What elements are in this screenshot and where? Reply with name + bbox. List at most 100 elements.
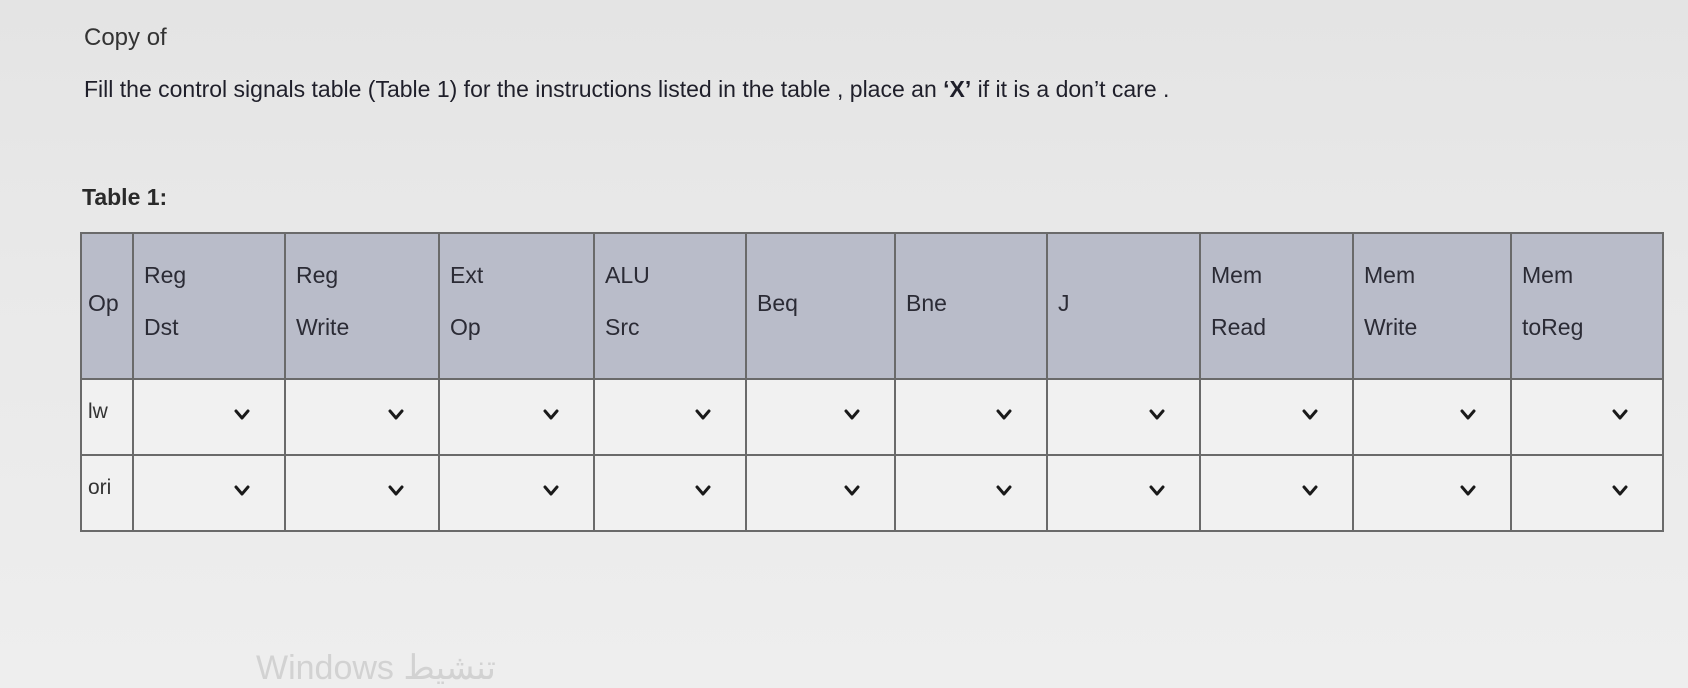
header-col-label: J [1058, 290, 1070, 316]
instruction-x: ‘X’ [943, 76, 972, 102]
instruction-prefix: Fill the control signals table (Table 1)… [84, 76, 944, 102]
signal-dropdown[interactable] [440, 380, 593, 454]
signal-cell [1199, 378, 1354, 456]
header-col-label: Bne [906, 290, 947, 316]
instruction-suffix: if it is a don’t care . [971, 76, 1170, 102]
header-col-label-line2: Write [1364, 314, 1418, 340]
signal-dropdown[interactable] [440, 456, 593, 530]
header-col-label-line1: ALU [605, 262, 650, 288]
signal-dropdown[interactable] [595, 456, 745, 530]
header-col-9: Mem toReg [1510, 232, 1664, 380]
chevron-down-icon [1612, 409, 1628, 420]
header-col-7: Mem Read [1199, 232, 1354, 380]
signal-cell [1352, 378, 1512, 456]
signal-cell [132, 378, 286, 456]
control-signals-table: Op Reg Dst Reg Write Ext Op ALU Src Beq Bne J Mem Re… [80, 232, 1664, 532]
signal-dropdown[interactable] [1354, 380, 1510, 454]
chevron-down-icon [388, 409, 404, 420]
chevron-down-icon [695, 485, 711, 496]
header-col-5: Bne [894, 232, 1048, 380]
header-col-label-line2: Write [296, 314, 350, 340]
signal-dropdown[interactable] [1354, 456, 1510, 530]
header-col-label-line1: Reg [144, 262, 187, 288]
signal-cell [1510, 378, 1664, 456]
row-op-label: ori [88, 476, 112, 499]
signal-dropdown[interactable] [896, 380, 1046, 454]
chevron-down-icon [1612, 485, 1628, 496]
signal-dropdown[interactable] [747, 456, 894, 530]
header-col-label-line1: Mem [1211, 262, 1263, 288]
signal-cell [745, 454, 896, 532]
chevron-down-icon [996, 409, 1012, 420]
signal-cell [1510, 454, 1664, 532]
signal-cell [593, 378, 747, 456]
signal-cell [1199, 454, 1354, 532]
signal-dropdown[interactable] [896, 456, 1046, 530]
row-op-cell: ori [80, 454, 134, 532]
chevron-down-icon [388, 485, 404, 496]
signal-dropdown[interactable] [595, 380, 745, 454]
signal-dropdown[interactable] [1201, 380, 1352, 454]
header-col-label-line2: Dst [144, 314, 179, 340]
signal-cell [284, 454, 440, 532]
chevron-down-icon [1460, 485, 1476, 496]
header-col-2: Ext Op [438, 232, 595, 380]
instruction-text: Fill the control signals table (Table 1)… [84, 76, 1169, 103]
signal-cell [284, 378, 440, 456]
header-col-label-line2: toReg [1522, 314, 1584, 340]
chevron-down-icon [695, 409, 711, 420]
header-col-1: Reg Write [284, 232, 440, 380]
signal-cell [1352, 454, 1512, 532]
chevron-down-icon [234, 409, 250, 420]
header-col-label: Beq [757, 290, 798, 316]
row-op-label: lw [88, 400, 108, 423]
signal-dropdown[interactable] [286, 380, 438, 454]
signal-dropdown[interactable] [134, 380, 284, 454]
header-col-6: J [1046, 232, 1201, 380]
table-label: Table 1: [82, 184, 168, 210]
signal-dropdown[interactable] [1512, 380, 1662, 454]
table-row: lw [80, 378, 1664, 456]
row-op-cell: lw [80, 378, 134, 456]
signal-cell [438, 378, 595, 456]
signal-cell [1046, 454, 1201, 532]
signal-cell [745, 378, 896, 456]
page: Copy of Fill the control signals table (… [0, 0, 1688, 688]
chevron-down-icon [1149, 485, 1165, 496]
header-col-3: ALU Src [593, 232, 747, 380]
table-row: ori [80, 454, 1664, 532]
header-row: Op Reg Dst Reg Write Ext Op ALU Src Beq Bne J Mem Re… [80, 232, 1664, 380]
header-col-8: Mem Write [1352, 232, 1512, 380]
header-col-label-line1: Ext [450, 262, 484, 288]
chevron-down-icon [844, 409, 860, 420]
chevron-down-icon [1302, 409, 1318, 420]
signal-dropdown[interactable] [286, 456, 438, 530]
table-body: lw ori [80, 378, 1664, 532]
chevron-down-icon [543, 485, 559, 496]
header-col-label-line2: Read [1211, 314, 1266, 340]
signal-dropdown[interactable] [747, 380, 894, 454]
signal-cell [132, 454, 286, 532]
header-col-0: Reg Dst [132, 232, 286, 380]
signal-cell [438, 454, 595, 532]
signal-dropdown[interactable] [134, 456, 284, 530]
chevron-down-icon [543, 409, 559, 420]
signal-cell [894, 378, 1048, 456]
page-title: Copy of [84, 24, 167, 51]
header-col-4: Beq [745, 232, 896, 380]
signal-dropdown[interactable] [1048, 456, 1199, 530]
header-op: Op [80, 232, 134, 380]
signal-cell [1046, 378, 1201, 456]
header-col-label-line1: Mem [1364, 262, 1416, 288]
signal-dropdown[interactable] [1201, 456, 1352, 530]
chevron-down-icon [1149, 409, 1165, 420]
chevron-down-icon [1302, 485, 1318, 496]
windows-activation-watermark: Windows تنشيط [256, 649, 496, 687]
header-col-label-line2: Op [450, 314, 481, 340]
header-col-label-line2: Src [605, 314, 640, 340]
chevron-down-icon [996, 485, 1012, 496]
signal-dropdown[interactable] [1512, 456, 1662, 530]
chevron-down-icon [1460, 409, 1476, 420]
header-col-label-line1: Mem [1522, 262, 1574, 288]
signal-dropdown[interactable] [1048, 380, 1199, 454]
